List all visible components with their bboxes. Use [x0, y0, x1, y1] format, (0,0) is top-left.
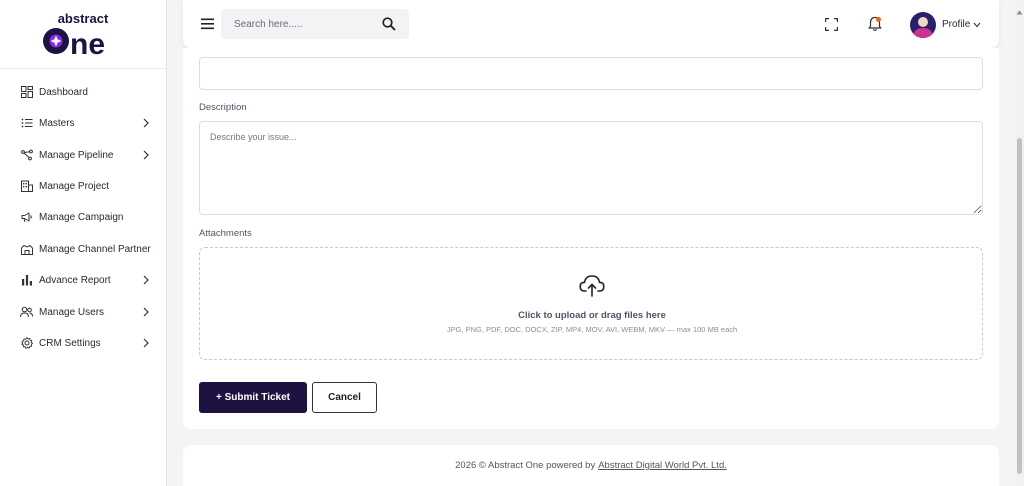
- search-input[interactable]: [221, 9, 371, 39]
- logo[interactable]: abstract ne: [0, 0, 166, 69]
- sidebar-item-label: Manage Channel Partner: [39, 243, 151, 255]
- sidebar-item-manage-channel-partner[interactable]: Manage Channel Partner: [0, 237, 167, 261]
- description-textarea[interactable]: [199, 121, 983, 215]
- sidebar-item-label: Manage Campaign: [39, 211, 124, 223]
- sidebar-item-manage-pipeline[interactable]: Manage Pipeline: [0, 143, 167, 167]
- hamburger-menu-icon[interactable]: [201, 17, 215, 30]
- description-label: Description: [199, 102, 247, 113]
- avatar: [910, 11, 936, 38]
- sidebar-item-label: Advance Report: [39, 274, 111, 286]
- sidebar-item-label: Manage Project: [39, 180, 110, 192]
- svg-text:ne: ne: [70, 28, 105, 59]
- chevron-right-icon: [141, 338, 151, 348]
- gear-icon: [20, 337, 33, 350]
- sidebar-item-label: CRM Settings: [39, 337, 101, 349]
- chevron-right-icon: [141, 118, 151, 128]
- ticket-form-card: Description Attachments Click to upload …: [183, 48, 999, 429]
- search-icon[interactable]: [381, 16, 397, 32]
- notification-badge: [876, 17, 881, 22]
- megaphone-icon: [20, 211, 33, 224]
- sidebar-item-dashboard[interactable]: Dashboard: [0, 80, 167, 104]
- handshake-icon: [20, 243, 33, 256]
- scroll-up-arrow-icon[interactable]: [1016, 2, 1023, 15]
- footer-text: 2026 © Abstract One powered by: [455, 460, 596, 471]
- list-icon: [20, 117, 33, 130]
- upload-title: Click to upload or drag files here: [518, 310, 666, 321]
- bar-chart-icon: [20, 274, 33, 287]
- user-avatar-icon: [913, 16, 933, 38]
- chevron-right-icon: [141, 275, 151, 285]
- sidebar-nav: Dashboard Masters Manage Pipeline Manage…: [0, 69, 166, 349]
- dashboard-grid-icon: [20, 86, 33, 99]
- sidebar: abstract ne Dashboard Masters Manage Pip…: [0, 0, 167, 486]
- sidebar-item-crm-settings[interactable]: CRM Settings: [0, 331, 167, 355]
- sidebar-item-label: Dashboard: [39, 86, 88, 98]
- cloud-upload-icon: [579, 274, 605, 298]
- file-upload-dropzone[interactable]: Click to upload or drag files here JPG, …: [199, 247, 983, 360]
- sidebar-item-manage-users[interactable]: Manage Users: [0, 300, 167, 324]
- sidebar-item-label: Manage Pipeline: [39, 149, 114, 161]
- sidebar-item-advance-report[interactable]: Advance Report: [0, 268, 167, 292]
- chevron-down-icon: [973, 22, 981, 28]
- footer: 2026 © Abstract One powered by Abstract …: [183, 445, 999, 486]
- svg-text:abstract: abstract: [58, 11, 109, 26]
- pipeline-icon: [20, 149, 33, 162]
- sidebar-item-label: Masters: [39, 117, 75, 129]
- upload-hint: JPG, PNG, PDF, DOC, DOCX, ZIP, MP4, MOV,…: [446, 325, 738, 334]
- sidebar-item-manage-project[interactable]: Manage Project: [0, 174, 167, 198]
- top-header: Profile: [183, 0, 999, 48]
- footer-company-link[interactable]: Abstract Digital World Pvt. Ltd.: [598, 460, 727, 471]
- abstract-one-logo: abstract ne: [43, 11, 109, 59]
- users-icon: [20, 306, 33, 319]
- sidebar-item-manage-campaign[interactable]: Manage Campaign: [0, 205, 167, 229]
- sidebar-item-label: Manage Users: [39, 306, 105, 318]
- sidebar-item-masters[interactable]: Masters: [0, 111, 167, 135]
- fullscreen-icon[interactable]: [825, 18, 838, 31]
- scroll-down-arrow-icon[interactable]: [1016, 479, 1023, 484]
- cancel-button[interactable]: Cancel: [312, 382, 377, 413]
- profile-label: Profile: [942, 19, 971, 30]
- building-icon: [20, 180, 33, 193]
- text-field[interactable]: [199, 57, 983, 90]
- scrollbar-thumb[interactable]: [1017, 138, 1022, 474]
- page-scrollbar[interactable]: [1015, 0, 1024, 486]
- chevron-right-icon: [141, 150, 151, 160]
- attachments-label: Attachments: [199, 228, 252, 239]
- profile-menu[interactable]: Profile: [910, 11, 986, 38]
- search-box: [221, 9, 409, 39]
- chevron-right-icon: [141, 307, 151, 317]
- submit-ticket-button[interactable]: + Submit Ticket: [199, 382, 307, 413]
